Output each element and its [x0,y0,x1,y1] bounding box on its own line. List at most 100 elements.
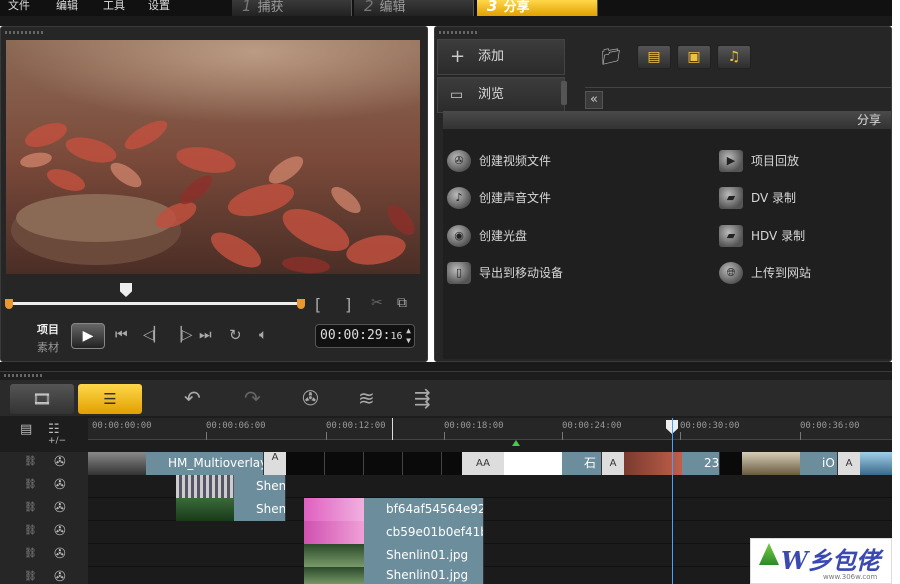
image-icon: ▣ [687,49,701,65]
video-track-icon[interactable]: ✇ [54,454,82,472]
track-lock-icon[interactable]: ⛓ [24,525,37,536]
timeline-toolbar: 🎞︎ ☰ ↶ ↷ ✇ ≋ ⇶ [0,380,892,416]
mark-in-button[interactable]: [ [315,295,321,314]
transition-icon[interactable]: A [602,452,624,475]
playhead-line [672,418,673,584]
step-edit[interactable]: 2 编辑 [354,0,474,16]
mark-out-button[interactable]: ] [345,295,351,314]
create-disc[interactable]: ◉ 创建光盘 [447,224,527,248]
cut-icon[interactable]: ✂ [371,295,383,311]
project-playback[interactable]: ▶ 项目回放 [719,149,799,173]
overlay-track-icon[interactable]: ✇ [54,500,82,518]
share-options-area: ✇ 创建视频文件 ♪ 创建声音文件 ◉ 创建光盘 ▯ 导出到移动设备 ▶ 项目回放 ▰ DV… [443,129,891,359]
watermark-logo-icon [759,543,779,565]
ruler-tick-label: 00:00:30:00 [680,421,740,431]
disc-icon: ◉ [447,225,471,247]
timeline-ruler[interactable]: 00:00:00:00 00:00:06:00 00:00:12:00 00:0… [88,418,892,446]
trim-out-handle[interactable] [297,299,305,309]
play-button[interactable]: ▶ [71,323,105,349]
end-icon[interactable]: ⏭ [199,327,212,343]
step-capture[interactable]: 1 捕获 [232,0,352,16]
step-share[interactable]: 3 分享 [477,0,598,16]
dv-camera-icon: ▰ [719,187,743,209]
top-menu-bar: 文件 编辑 工具 设置 1 捕获 2 编辑 3 分享 [0,0,892,16]
overlay-track-icon[interactable]: ✇ [54,569,82,584]
transition-icon[interactable]: A [838,452,860,475]
folder-icon[interactable]: 📁︎ [601,47,621,66]
chapter-icon[interactable]: ☷ [48,422,60,437]
transition-icon[interactable]: A [264,452,286,475]
step-back-icon[interactable]: ◁▏ [143,327,165,343]
timecode-display[interactable]: 00:00:29:16 ▲ ▼ [315,324,415,348]
timeline-clip[interactable]: Shen [234,475,286,498]
share-label: 创建光盘 [479,229,528,243]
mode-project[interactable]: 项目 [37,321,59,337]
track-lock-icon[interactable]: ⛓ [24,479,37,490]
redo-icon[interactable]: ↷ [244,386,261,410]
timeline-clip[interactable]: bf64af54564e925 [364,498,484,521]
menu-file[interactable]: 文件 [8,0,30,12]
chapter-marker-icon[interactable] [512,440,520,446]
timeline-clip[interactable]: iO [800,452,838,475]
filter-audio-button[interactable]: ♫ [717,45,751,69]
timecode-spinner-icon[interactable]: ▲ ▼ [406,326,411,346]
step-label: 分享 [503,0,530,15]
record-capture-icon[interactable]: ✇ [302,386,319,410]
menu-tools[interactable]: 工具 [103,0,125,12]
preview-scrubber[interactable] [5,299,305,309]
timeline-clip[interactable]: 23 [682,452,720,475]
filter-image-button[interactable]: ▣ [677,45,711,69]
auto-music-icon[interactable]: ⇶ [414,386,431,410]
timeline-clip[interactable]: cb59e01b0ef41b [364,521,484,544]
track-manager-icon[interactable]: ▤ [20,422,32,437]
menu-edit[interactable]: 编辑 [56,0,78,12]
overlay-track-icon[interactable]: ✇ [54,523,82,541]
track-lock-icon[interactable]: ⛓ [24,571,37,582]
ruler-tick [326,432,327,440]
repeat-icon[interactable]: ↻ [229,326,242,344]
filter-video-button[interactable]: ▤ [637,45,671,69]
clip-thumbnail [176,475,234,498]
browse-scrollbar[interactable] [561,81,567,105]
dv-record[interactable]: ▰ DV 录制 [719,186,796,210]
trim-in-handle[interactable] [5,299,13,309]
timeline-view-button[interactable]: ☰ [78,384,142,414]
clip-thumbnail [304,544,364,567]
volume-icon[interactable]: 🔈︎ [259,327,267,343]
browse-button[interactable]: ▭ 浏览 [437,77,565,113]
timeline-clip[interactable]: 石 [562,452,602,475]
timeline-clip[interactable]: Shenlin01.jpg [364,544,484,567]
timeline-clip[interactable]: HM_Multioverlay [146,452,264,475]
add-button[interactable]: + 添加 [437,39,565,75]
overlay-track-icon[interactable]: ✇ [54,477,82,495]
audio-mixer-icon[interactable]: ≋ [358,386,375,410]
step-forward-icon[interactable]: ▕▷ [171,327,193,343]
mode-clip[interactable]: 素材 [37,339,59,355]
zoom-control[interactable]: +/− [48,436,66,446]
track-lock-icon[interactable]: ⛓ [24,548,37,559]
home-icon[interactable]: ⏮ [115,327,128,343]
create-audio-file[interactable]: ♪ 创建声音文件 [447,186,551,210]
transition-icon[interactable]: AA [462,452,504,475]
overlay-track-icon[interactable]: ✇ [54,546,82,564]
ruler-tick-label: 00:00:00:00 [92,421,152,431]
step-number: 1 [242,0,252,15]
autumn-leaves-image [6,40,420,274]
timeline-clip[interactable]: Shen [234,498,286,521]
track-link-icon[interactable]: ⛓ [24,456,37,467]
scrubber-thumb[interactable] [120,283,132,297]
create-video-file[interactable]: ✇ 创建视频文件 [447,149,551,173]
collapse-button[interactable]: « [585,91,603,109]
timeline-icon: ☰ [103,390,117,408]
track-header: ⛓ ✇ [0,567,88,584]
track-lock-icon[interactable]: ⛓ [24,502,37,513]
ruler-tick [800,432,801,440]
upload-to-web[interactable]: 🌐︎ 上传到网站 [719,261,811,285]
undo-icon[interactable]: ↶ [184,386,201,410]
storyboard-view-button[interactable]: 🎞︎ [10,384,74,414]
hdv-record[interactable]: ▰ HDV 录制 [719,224,805,248]
copy-icon[interactable]: ⧉ [397,295,407,311]
timeline-clip[interactable]: Shenlin01.jpg [364,567,484,584]
export-to-mobile[interactable]: ▯ 导出到移动设备 [447,261,563,285]
menu-settings[interactable]: 设置 [148,0,170,12]
